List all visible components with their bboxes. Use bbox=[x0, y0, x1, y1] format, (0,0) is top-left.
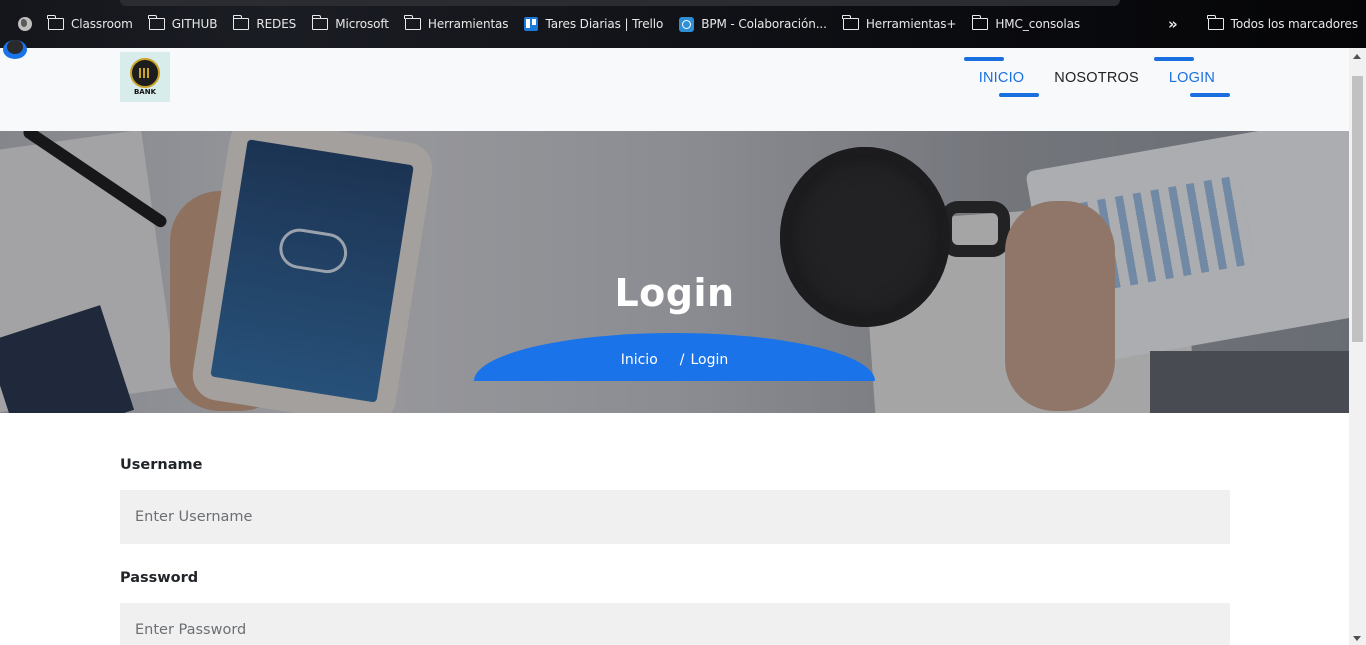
scroll-up-arrow-icon[interactable] bbox=[1353, 54, 1361, 59]
password-label: Password bbox=[120, 570, 199, 586]
logo-text: BANK bbox=[133, 88, 157, 96]
bookmark-label: GITHUB bbox=[171, 17, 218, 31]
scroll-down-arrow-icon[interactable] bbox=[1353, 636, 1361, 641]
globe-icon bbox=[18, 17, 32, 31]
main-nav: INICIO NOSOTROS LOGIN bbox=[963, 48, 1230, 108]
bpm-icon bbox=[679, 16, 695, 32]
bookmark-label: Classroom bbox=[71, 17, 133, 31]
scroll-thumb[interactable] bbox=[1352, 76, 1363, 342]
trello-icon bbox=[524, 17, 539, 31]
site-info-button[interactable] bbox=[10, 11, 40, 37]
nav-indicator bbox=[963, 57, 1004, 61]
folder-icon bbox=[47, 15, 64, 30]
folder-icon bbox=[148, 15, 165, 30]
nav-label: LOGIN bbox=[1168, 70, 1215, 86]
breadcrumb-home-link[interactable]: Inicio bbox=[621, 352, 658, 368]
nav-indicator bbox=[999, 93, 1040, 97]
nav-label: NOSOTROS bbox=[1054, 70, 1139, 86]
nav-nosotros[interactable]: NOSOTROS bbox=[1039, 48, 1154, 108]
nav-indicator bbox=[1190, 93, 1230, 97]
folder-icon bbox=[232, 15, 250, 30]
page-scrollbar[interactable] bbox=[1349, 48, 1366, 645]
bank-logo[interactable]: BANK bbox=[120, 52, 170, 102]
bookmark-label: Todos los marcadores bbox=[1230, 17, 1358, 31]
bookmark-github[interactable]: GITHUB bbox=[141, 11, 226, 37]
bookmark-redes[interactable]: REDES bbox=[225, 11, 304, 37]
folder-icon bbox=[971, 15, 989, 30]
bookmark-label: BPM - Colaboración... bbox=[701, 17, 827, 31]
username-input[interactable] bbox=[120, 490, 1230, 544]
all-bookmarks-button[interactable]: Todos los marcadores bbox=[1200, 11, 1366, 37]
bookmark-classroom[interactable]: Classroom bbox=[40, 11, 141, 37]
breadcrumb-current: Login bbox=[690, 352, 729, 368]
bookmark-hmc-consolas[interactable]: HMC_consolas bbox=[964, 11, 1088, 37]
folder-icon bbox=[311, 15, 329, 30]
nav-login[interactable]: LOGIN bbox=[1153, 48, 1230, 108]
floating-dot-icon[interactable] bbox=[3, 40, 27, 59]
breadcrumb-separator: / bbox=[679, 352, 685, 368]
folder-icon bbox=[404, 15, 421, 30]
folder-icon bbox=[1207, 15, 1224, 30]
bookmark-herramientas-plus[interactable]: Herramientas+ bbox=[835, 11, 965, 37]
bookmark-bpm[interactable]: BPM - Colaboración... bbox=[671, 11, 835, 37]
folder-icon bbox=[842, 15, 859, 30]
bookmark-label: Herramientas bbox=[427, 17, 509, 31]
password-input[interactable] bbox=[120, 603, 1230, 645]
bookmark-label: Herramientas+ bbox=[865, 17, 957, 31]
bookmark-label: Tares Diarias | Trello bbox=[545, 17, 664, 31]
bookmark-label: Microsoft bbox=[335, 17, 389, 31]
username-label: Username bbox=[120, 457, 203, 473]
bookmark-trello[interactable]: Tares Diarias | Trello bbox=[516, 11, 671, 37]
bookmark-label: REDES bbox=[256, 17, 297, 31]
bookmark-herramientas[interactable]: Herramientas bbox=[397, 11, 517, 37]
site-header: BANK INICIO NOSOTROS LOGIN bbox=[0, 48, 1349, 131]
nav-label: INICIO bbox=[978, 70, 1025, 86]
bank-emblem-icon bbox=[130, 58, 160, 88]
bookmark-microsoft[interactable]: Microsoft bbox=[304, 11, 397, 37]
page-title: Login bbox=[614, 271, 735, 315]
page: BANK INICIO NOSOTROS LOGIN Login Inicio … bbox=[0, 48, 1349, 645]
bookmark-label: HMC_consolas bbox=[995, 17, 1080, 31]
bookmarks-bar: Classroom GITHUB REDES Microsoft Herrami… bbox=[0, 0, 1366, 48]
nav-indicator bbox=[1153, 57, 1194, 61]
hero-banner: Login Inicio / Login bbox=[0, 131, 1349, 413]
bookmarks-overflow-button[interactable]: » bbox=[1168, 15, 1178, 33]
nav-inicio[interactable]: INICIO bbox=[963, 48, 1040, 108]
